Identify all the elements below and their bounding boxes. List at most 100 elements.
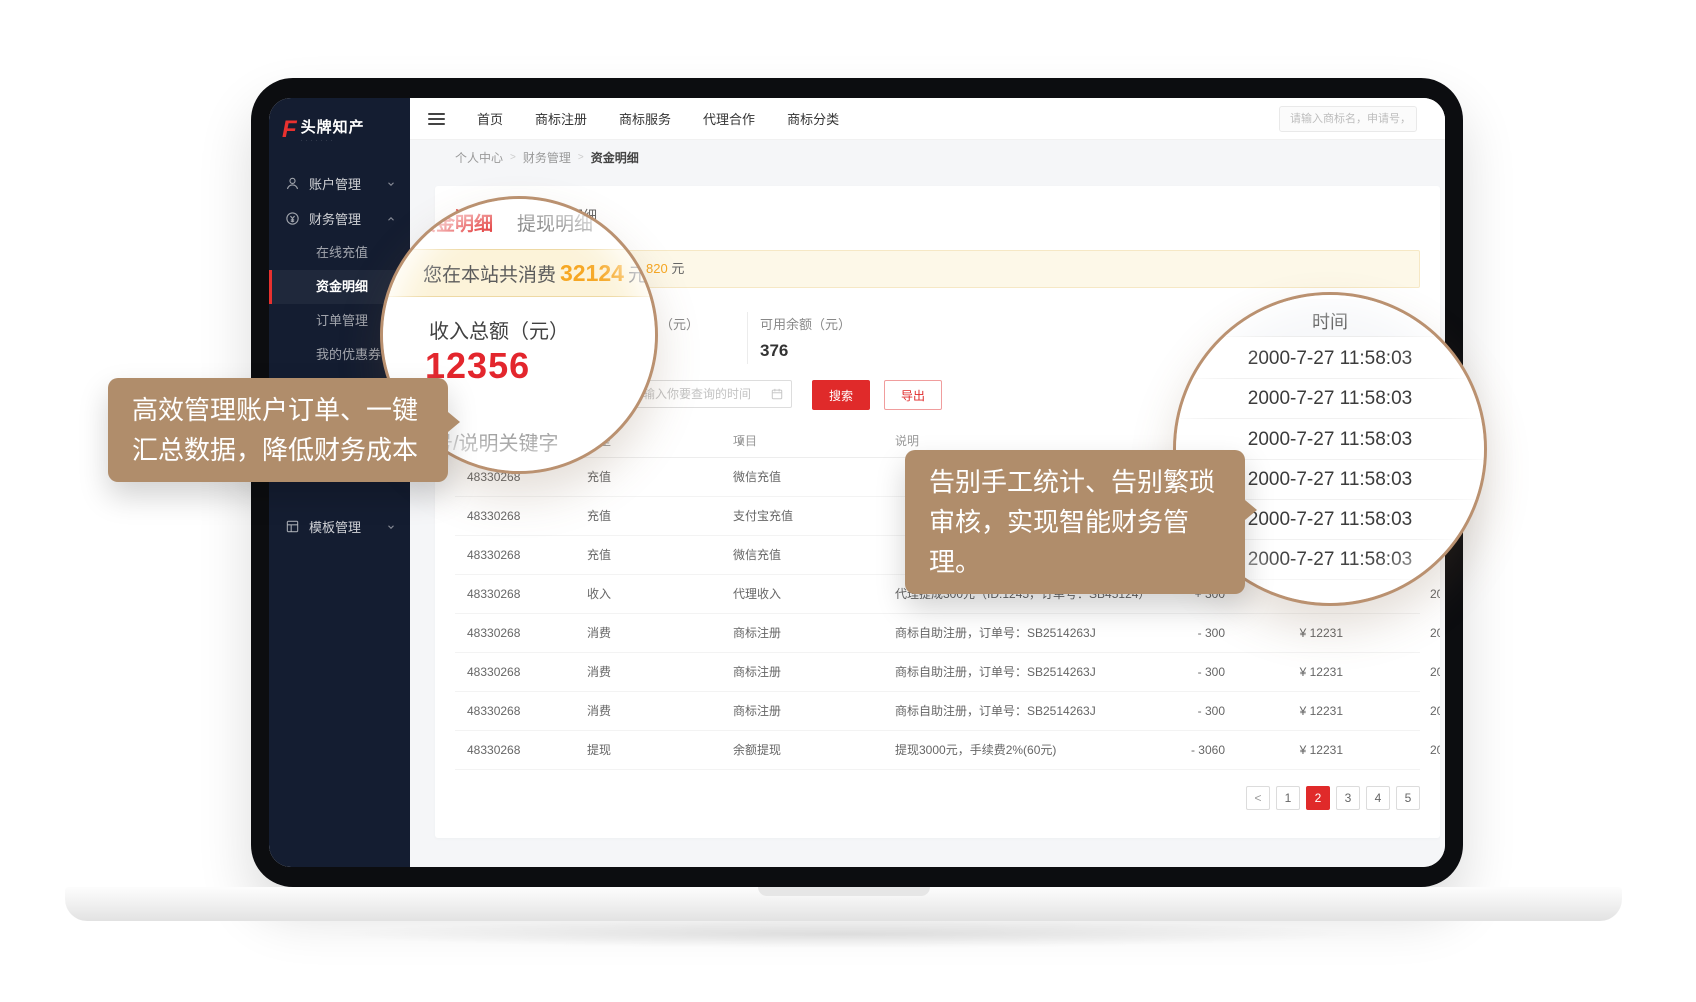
cell-project: 支付宝充值 (733, 497, 793, 536)
brand-logo-icon: F (282, 118, 297, 142)
pagination-page-4[interactable]: 4 (1366, 786, 1390, 810)
cell-project: 商标注册 (733, 614, 781, 653)
pagination: < 1 2 3 4 5 (455, 786, 1420, 810)
sidebar-item-label: 财务管理 (309, 209, 361, 228)
lens-banner-amount: 32124 (560, 260, 624, 286)
cell-time: 2000-7-27 11:58:03 (1430, 731, 1440, 770)
cell-time: 2000-7-27 11:58:03 (1430, 692, 1440, 731)
cell-time: 2000-7-27 11:58:03 (1430, 653, 1440, 692)
nav-item-trademark-category[interactable]: 商标分类 (787, 109, 839, 128)
breadcrumb: 个人中心 > 财务管理 > 资金明细 (410, 140, 1445, 174)
cell-balance: ¥ 12231 (1245, 614, 1343, 653)
laptop-shadow (110, 916, 1580, 956)
cell-type: 充值 (587, 497, 611, 536)
lens-tab-fund-detail: 资金明细 (417, 214, 493, 235)
cell-amount: - 300 (1135, 614, 1225, 653)
cell-desc: 提现3000元，手续费2%(60元) (895, 731, 1056, 770)
stat-available-balance: 可用余额（元） 376 (760, 314, 851, 361)
sidebar-item-account[interactable]: 账户管理 (269, 166, 410, 201)
cell-order: 48330268 (467, 536, 520, 575)
brand-name: 头牌知产 (301, 116, 365, 137)
sort-caret-icon: ∨ (736, 424, 745, 458)
cell-time: 2000-7-27 11:58:03 (1430, 614, 1440, 653)
cell-order: 48330268 (467, 497, 520, 536)
cell-order: 48330268 (467, 731, 520, 770)
laptop-base-notch (758, 887, 930, 896)
cell-project: 商标注册 (733, 692, 781, 731)
nav-item-trademark-service[interactable]: 商标服务 (619, 109, 671, 128)
cell-type: 消费 (587, 692, 611, 731)
top-nav: 首页 商标注册 商标服务 代理合作 商标分类 (477, 109, 839, 128)
cell-desc: 商标自助注册，订单号：SB2514263J (895, 614, 1096, 653)
chevron-up-icon (386, 214, 396, 224)
cell-type: 充值 (587, 458, 611, 497)
trademark-search-input[interactable] (1279, 106, 1417, 132)
brand-tagline: ······· (301, 138, 365, 144)
pagination-page-5[interactable]: 5 (1396, 786, 1420, 810)
chevron-down-icon (386, 522, 396, 532)
cell-time: 2000-7-27 11:58:03 (1430, 575, 1440, 614)
sidebar: F 头牌知产 ······· 账户管理 (269, 98, 410, 867)
callout-right: 告别手工统计、告别繁琐审核，实现智能财务管理。 (905, 450, 1245, 594)
breadcrumb-part[interactable]: 财务管理 (523, 149, 571, 166)
table-row: 48330268 消费 商标注册 商标自助注册，订单号：SB2514263J -… (455, 614, 1420, 653)
page: F 头牌知产 ······· 账户管理 (0, 0, 1696, 1002)
sidebar-item-template[interactable]: 模板管理 (269, 509, 410, 544)
lens-time-column-header: 时间 (1176, 299, 1484, 337)
cell-type: 消费 (587, 653, 611, 692)
sidebar-item-label: 账户管理 (309, 174, 361, 193)
cell-project: 代理收入 (733, 575, 781, 614)
lens-time-value: 2000-7-27 11:58:03 (1176, 339, 1484, 379)
lens-consumption-banner: 您在本站共消费32124元 (380, 249, 658, 297)
top-navbar: 首页 商标注册 商标服务 代理合作 商标分类 (410, 98, 1445, 140)
callout-left: 高效管理账户订单、一键汇总数据，降低财务成本 (108, 378, 448, 482)
cell-order: 48330268 (467, 692, 520, 731)
nav-item-agency[interactable]: 代理合作 (703, 109, 755, 128)
breadcrumb-part[interactable]: 个人中心 (455, 149, 503, 166)
lens-time-value: 2000-7-27 11:58:03 (1176, 379, 1484, 419)
cell-desc: 商标自助注册，订单号：SB2514263J (895, 653, 1096, 692)
sidebar-item-finance[interactable]: 财务管理 (269, 201, 410, 236)
cell-order: 48330268 (467, 614, 520, 653)
pagination-page-2-active[interactable]: 2 (1306, 786, 1330, 810)
breadcrumb-current: 资金明细 (591, 149, 639, 166)
cell-project: 余额提现 (733, 731, 781, 770)
lens-tab-withdraw-detail: 提现明细 (517, 214, 593, 235)
user-icon (285, 176, 300, 191)
breadcrumb-separator: > (578, 152, 584, 163)
stat-label: 可用余额（元） (760, 314, 851, 333)
cell-amount: - 3060 (1135, 731, 1225, 770)
sidebar-item-label: 模板管理 (309, 517, 361, 536)
coin-icon (285, 211, 300, 226)
cell-desc: 商标自助注册，订单号：SB2514263J (895, 692, 1096, 731)
cell-type: 提现 (587, 731, 611, 770)
export-button[interactable]: 导出 (884, 380, 942, 410)
cell-order: 48330268 (467, 653, 520, 692)
cell-type: 充值 (587, 536, 611, 575)
stat-divider (747, 312, 748, 364)
cell-order: 48330268 (467, 575, 520, 614)
cell-project: 商标注册 (733, 653, 781, 692)
cell-project: 微信充值 (733, 458, 781, 497)
chevron-down-icon (386, 179, 396, 189)
date-query-input[interactable] (631, 387, 771, 401)
pagination-page-3[interactable]: 3 (1336, 786, 1360, 810)
cell-type: 消费 (587, 614, 611, 653)
nav-item-trademark-register[interactable]: 商标注册 (535, 109, 587, 128)
top-search (1279, 106, 1417, 132)
stat-expense-label: （元） (660, 314, 699, 333)
hamburger-menu-icon[interactable] (428, 113, 445, 125)
logo: F 头牌知产 ······· (282, 116, 410, 144)
breadcrumb-separator: > (510, 152, 516, 163)
cell-balance: ¥ 12231 (1245, 692, 1343, 731)
nav-item-home[interactable]: 首页 (477, 109, 503, 128)
table-row: 48330268 消费 商标注册 商标自助注册，订单号：SB2514263J -… (455, 692, 1420, 731)
pagination-page-1[interactable]: 1 (1276, 786, 1300, 810)
stat-value: 376 (760, 341, 851, 361)
pagination-prev-button[interactable]: < (1246, 786, 1270, 810)
cell-project: 微信充值 (733, 536, 781, 575)
lens-card-tabs: 资金明细 提现明细 (417, 209, 593, 236)
template-icon (285, 519, 300, 534)
search-button[interactable]: 搜索 (812, 380, 870, 410)
cell-amount: - 300 (1135, 692, 1225, 731)
